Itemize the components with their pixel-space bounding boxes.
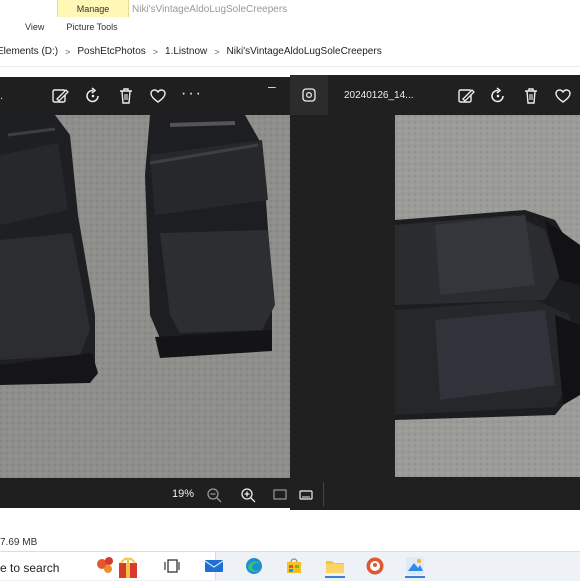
photo-image-right (395, 115, 580, 477)
zoom-out-icon[interactable] (205, 486, 223, 504)
zoom-in-icon[interactable] (239, 486, 257, 504)
breadcrumb-item-folder[interactable]: Niki'sVintageAldoLugSoleCreepers (227, 46, 382, 57)
favorite-heart-icon[interactable] (148, 86, 168, 106)
edit-image-icon[interactable] (50, 86, 70, 106)
rotate-icon[interactable] (488, 86, 508, 106)
favorite-heart-icon[interactable] (553, 86, 573, 106)
breadcrumb-item-poshetcphotos[interactable]: PoshEtcPhotos (77, 46, 145, 57)
chevron-right-icon: > (65, 46, 71, 57)
rotate-icon[interactable] (83, 86, 103, 106)
window-title: Niki'sVintageAldoLugSoleCreepers (132, 4, 288, 15)
delete-icon[interactable] (521, 86, 541, 106)
edit-image-icon[interactable] (456, 86, 476, 106)
zoom-level: 19% (172, 488, 195, 500)
minimize-icon[interactable]: – (268, 78, 276, 94)
fit-to-window-icon[interactable] (271, 486, 289, 504)
active-indicator (405, 576, 425, 578)
tab-view[interactable]: View (25, 22, 44, 32)
tab-manage[interactable]: Manage (57, 0, 129, 17)
more-options-icon[interactable]: ··· (181, 85, 203, 103)
file-size: 7.69 MB (0, 537, 38, 548)
chevron-right-icon: > (152, 46, 159, 57)
mail-icon[interactable] (203, 556, 225, 576)
picture-tools-label: Picture Tools (66, 22, 118, 32)
delete-icon[interactable] (116, 86, 136, 106)
chevron-right-icon: > (214, 46, 220, 57)
task-view-icon[interactable] (163, 557, 181, 575)
file-explorer-icon[interactable] (324, 556, 346, 576)
edge-browser-icon[interactable] (244, 556, 264, 576)
status-bar (0, 533, 580, 551)
duckduckgo-icon[interactable] (365, 556, 385, 576)
app-photos-icon[interactable] (300, 86, 318, 104)
store-icon[interactable] (284, 556, 304, 576)
active-indicator (325, 576, 345, 578)
filmstrip-icon[interactable] (297, 486, 315, 504)
viewer-left-title: . (0, 90, 4, 102)
search-placeholder: e to search (0, 561, 60, 575)
breadcrumb: Elements (D:) > PoshEtcPhotos > 1.Listno… (0, 37, 580, 67)
photos-app-icon[interactable] (404, 555, 426, 577)
breadcrumb-item-drive[interactable]: Elements (D:) (0, 46, 58, 57)
breadcrumb-item-listnow[interactable]: 1.Listnow (165, 46, 207, 57)
photo-image-left (0, 115, 290, 478)
viewer-right-title: 20240126_14... (344, 90, 414, 101)
divider (323, 482, 324, 506)
gift-flowers-icon[interactable] (94, 554, 146, 580)
